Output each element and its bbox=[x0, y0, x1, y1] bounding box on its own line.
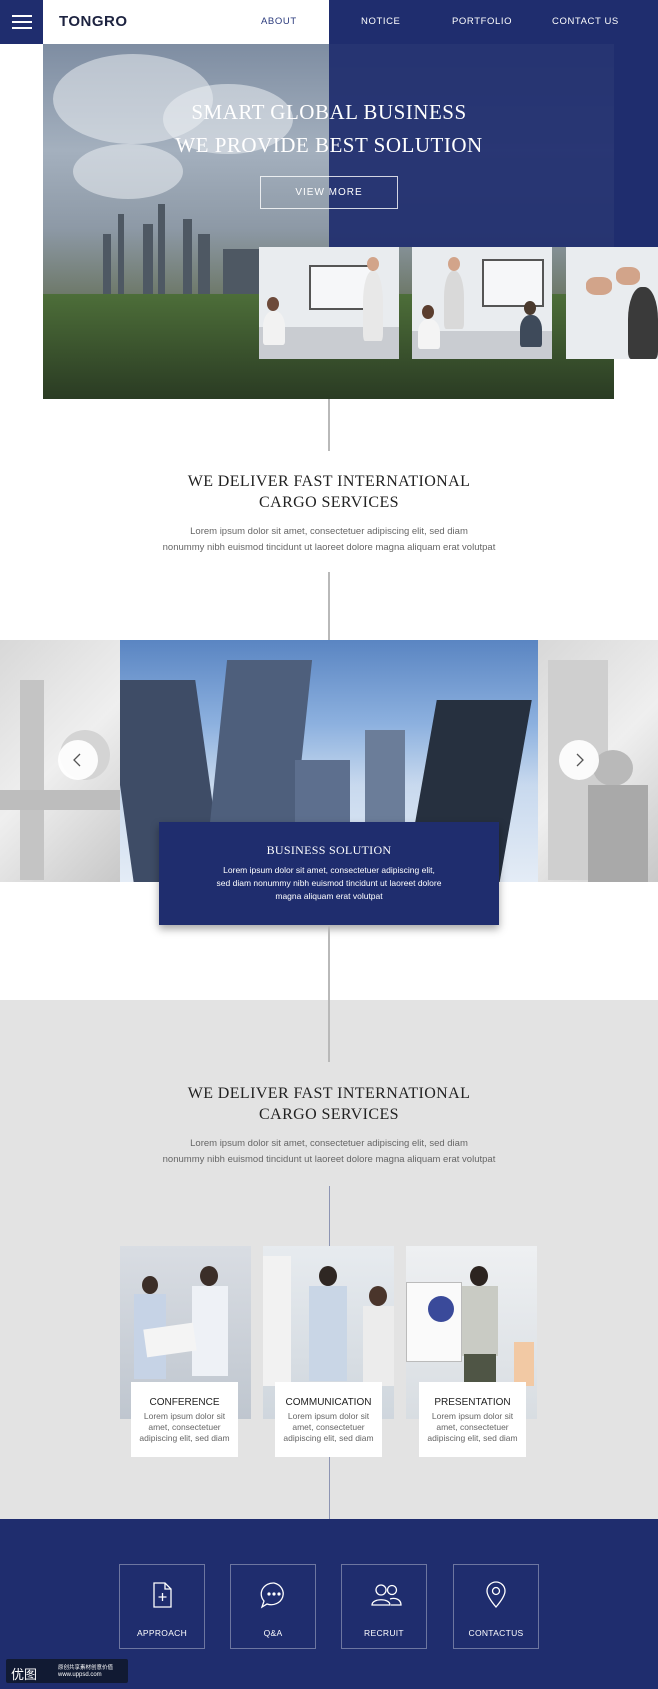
location-pin-icon bbox=[486, 1581, 506, 1608]
menu-bar bbox=[12, 21, 32, 23]
nav-notice[interactable]: NOTICE bbox=[361, 16, 401, 27]
site-header: TONGRO ABOUT NOTICE PORTFOLIO CONTACT US bbox=[0, 0, 658, 44]
section1-text-line2: nonummy nibh euismod tincidunt ut laoree… bbox=[162, 542, 496, 553]
card-text-line: amet, consectetuer bbox=[292, 1422, 365, 1432]
card-title: PRESENTATION bbox=[434, 1397, 511, 1408]
contact-us-link[interactable]: CONTACTUS bbox=[453, 1564, 539, 1649]
card-text: Lorem ipsum dolor sit amet, consectetuer… bbox=[423, 1411, 522, 1444]
card-text-line: Lorem ipsum dolor sit bbox=[143, 1411, 226, 1421]
recruit-label: RECRUIT bbox=[364, 1628, 404, 1638]
connector-line bbox=[328, 925, 330, 1000]
chat-bubble-icon bbox=[260, 1582, 284, 1609]
section1-text-line1: Lorem ipsum dolor sit amet, consectetuer… bbox=[190, 526, 468, 537]
nav-contact-us[interactable]: CONTACT US bbox=[552, 16, 619, 27]
card-text: Lorem ipsum dolor sit amet, consectetuer… bbox=[135, 1411, 234, 1444]
conference-card-label: CONFERENCE Lorem ipsum dolor sit amet, c… bbox=[131, 1382, 238, 1457]
view-more-button[interactable]: VIEW MORE bbox=[260, 176, 398, 209]
card-text-line: Lorem ipsum dolor sit bbox=[287, 1411, 370, 1421]
business-solution-card: BUSINESS SOLUTION Lorem ipsum dolor sit … bbox=[159, 822, 499, 925]
section2-title-line1: WE DELIVER FAST INTERNATIONAL bbox=[187, 1085, 471, 1102]
solution-card-title: BUSINESS SOLUTION bbox=[266, 843, 392, 857]
recruit-link[interactable]: RECRUIT bbox=[341, 1564, 427, 1649]
watermark-tagline: 原创共享素材创意价值 bbox=[58, 1665, 114, 1671]
solution-card-text: Lorem ipsum dolor sit amet, consectetuer… bbox=[199, 864, 459, 903]
slider-prev-button[interactable] bbox=[58, 740, 98, 780]
card-text-line: adipiscing elit, sed diam bbox=[283, 1433, 374, 1443]
qna-label: Q&A bbox=[263, 1628, 283, 1638]
card-text-line: adipiscing elit, sed diam bbox=[139, 1433, 230, 1443]
chevron-right-icon bbox=[576, 753, 584, 767]
hero-thumbnail-applause[interactable] bbox=[566, 247, 658, 359]
users-icon bbox=[371, 1584, 402, 1606]
solution-card-text-line3: magna aliquam erat volutpat bbox=[275, 891, 383, 901]
watermark-logo: 优图 bbox=[11, 1667, 38, 1682]
solution-card-text-line2: sed diam nonummy nibh euismod tincidunt … bbox=[216, 878, 442, 888]
connector-line bbox=[328, 572, 330, 640]
hero-title-line1: SMART GLOBAL BUSINESS bbox=[191, 100, 467, 124]
qna-link[interactable]: Q&A bbox=[230, 1564, 316, 1649]
presentation-card-label: PRESENTATION Lorem ipsum dolor sit amet,… bbox=[419, 1382, 526, 1457]
section1-title-line2: CARGO SERVICES bbox=[259, 494, 399, 511]
card-text-line: Lorem ipsum dolor sit bbox=[431, 1411, 514, 1421]
card-title: COMMUNICATION bbox=[285, 1397, 372, 1408]
connector-line bbox=[328, 399, 330, 451]
nav-portfolio[interactable]: PORTFOLIO bbox=[452, 16, 512, 27]
section2-text-line2: nonummy nibh euismod tincidunt ut laoree… bbox=[162, 1154, 496, 1165]
section2-text-line1: Lorem ipsum dolor sit amet, consectetuer… bbox=[190, 1138, 468, 1149]
section1-title-line1: WE DELIVER FAST INTERNATIONAL bbox=[187, 473, 471, 490]
card-text: Lorem ipsum dolor sit amet, consectetuer… bbox=[279, 1411, 378, 1444]
connector-line bbox=[328, 1000, 330, 1062]
approach-label: APPROACH bbox=[136, 1628, 188, 1638]
watermark-url: www.uppsd.com bbox=[58, 1672, 102, 1678]
card-text-line: amet, consectetuer bbox=[436, 1422, 509, 1432]
card-text-line: adipiscing elit, sed diam bbox=[427, 1433, 518, 1443]
document-plus-icon bbox=[153, 1582, 172, 1608]
card-title: CONFERENCE bbox=[149, 1397, 220, 1408]
card-text-line: amet, consectetuer bbox=[148, 1422, 221, 1432]
hero-blue-edge bbox=[614, 44, 658, 247]
hero-thumbnail-presentation[interactable] bbox=[412, 247, 552, 359]
watermark-badge: 优图 原创共享素材创意价值 www.uppsd.com bbox=[6, 1659, 128, 1683]
site-logo[interactable]: TONGRO bbox=[59, 13, 128, 30]
contact-us-label: CONTACTUS bbox=[468, 1628, 524, 1638]
solution-card-text-line1: Lorem ipsum dolor sit amet, consectetuer… bbox=[223, 865, 435, 875]
menu-bar bbox=[12, 15, 32, 17]
hero-title-line2: WE PROVIDE BEST SOLUTION bbox=[175, 133, 483, 157]
nav-about[interactable]: ABOUT bbox=[261, 16, 297, 27]
approach-link[interactable]: APPROACH bbox=[119, 1564, 205, 1649]
slider-next-button[interactable] bbox=[559, 740, 599, 780]
communication-card-label: COMMUNICATION Lorem ipsum dolor sit amet… bbox=[275, 1382, 382, 1457]
hamburger-menu-button[interactable] bbox=[0, 0, 43, 44]
section2-title-line2: CARGO SERVICES bbox=[259, 1106, 399, 1123]
hero-thumbnail-meeting[interactable] bbox=[259, 247, 399, 359]
chevron-left-icon bbox=[73, 753, 81, 767]
menu-bar bbox=[12, 27, 32, 29]
